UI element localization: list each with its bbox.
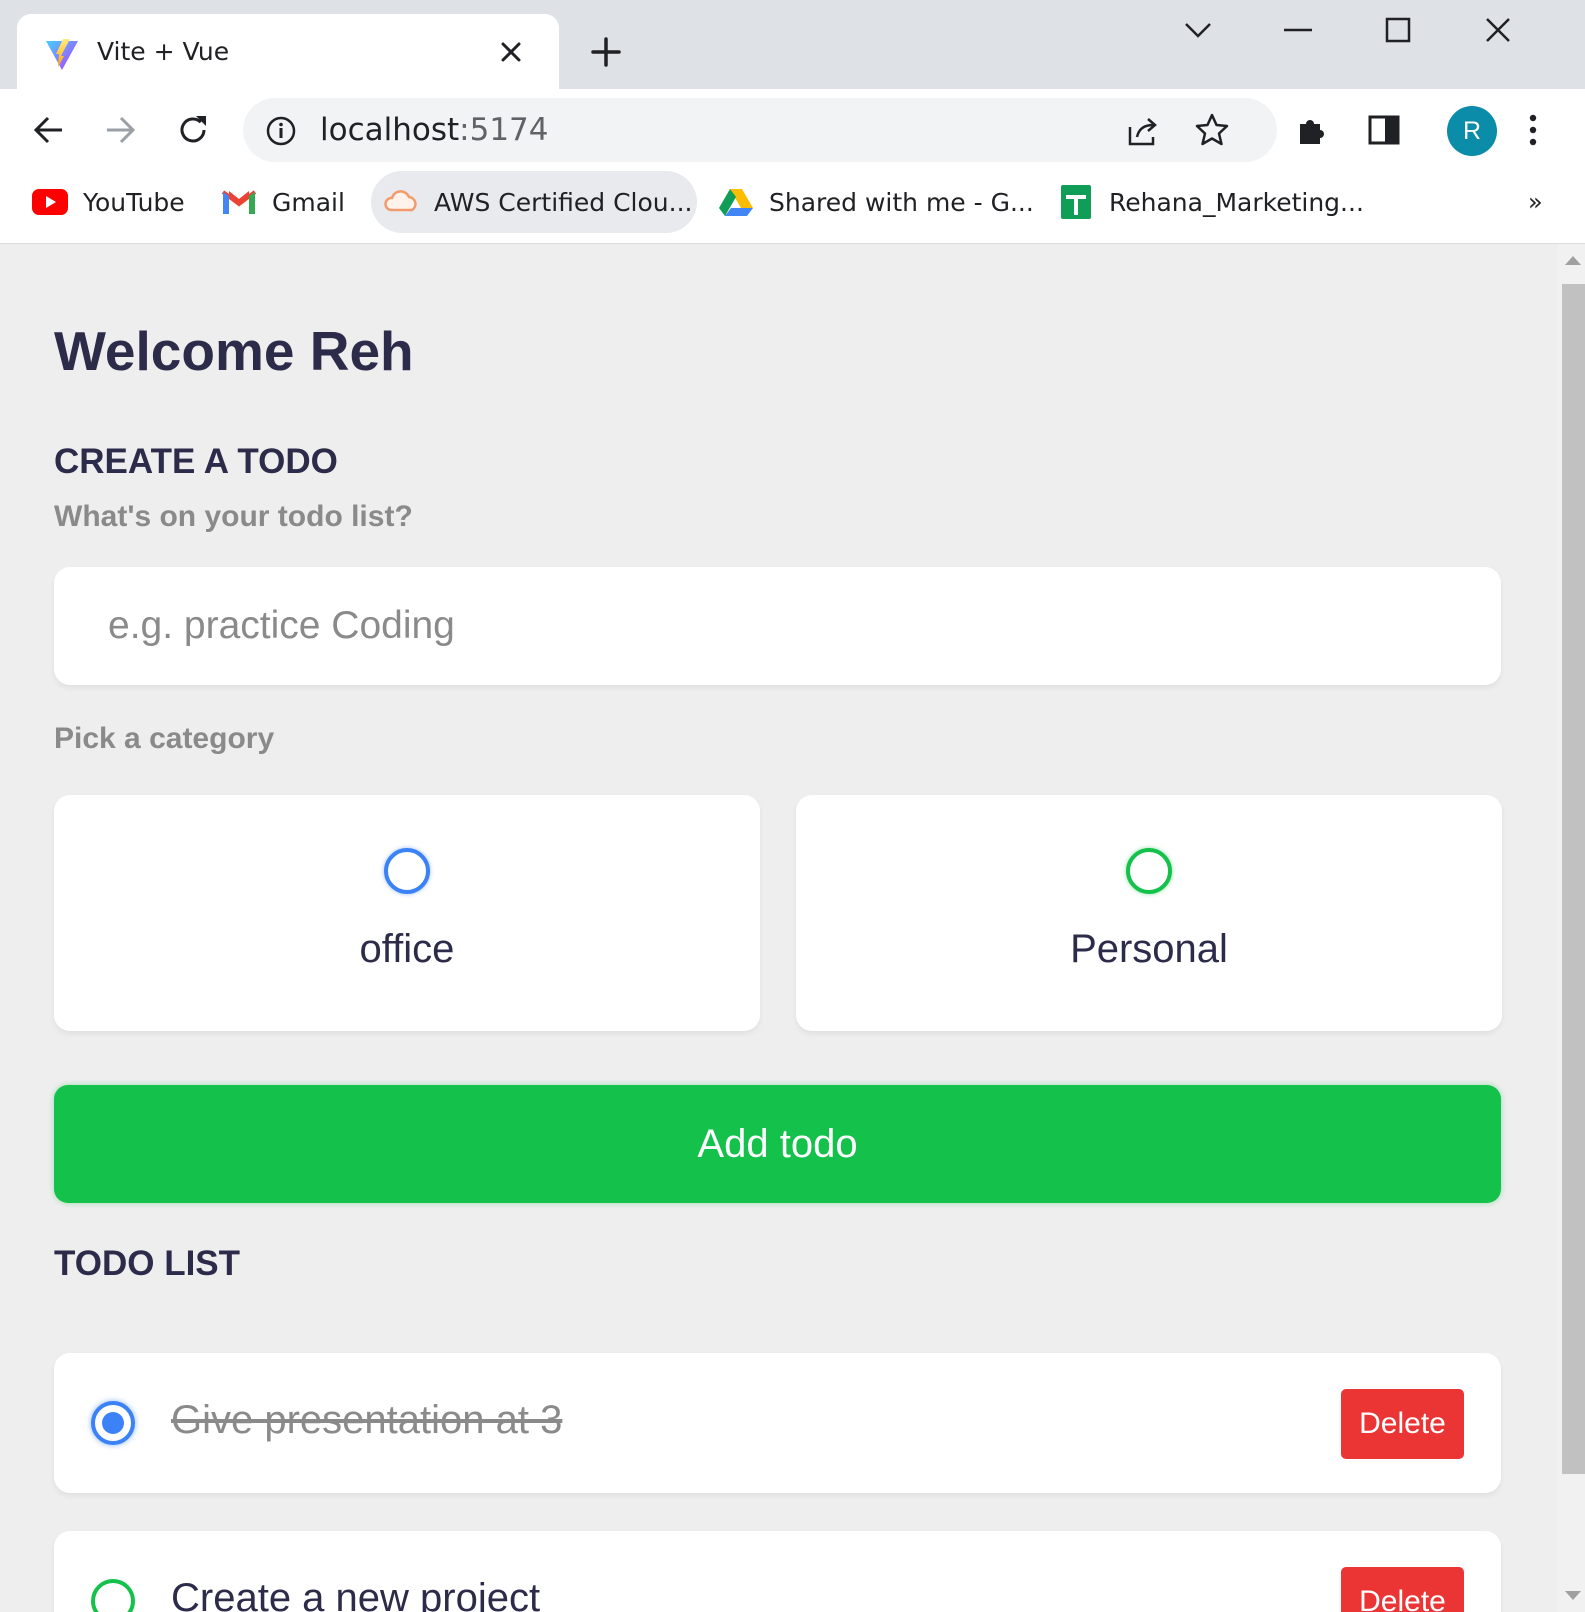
active-tab[interactable]: Vite + Vue (17, 14, 559, 89)
tab-search-icon[interactable] (1168, 8, 1228, 52)
youtube-icon (32, 187, 68, 217)
address-bar[interactable]: localhost:5174 (243, 98, 1277, 162)
scroll-down-icon[interactable] (1564, 1590, 1582, 1602)
todo-text[interactable]: Create a new project (171, 1576, 540, 1612)
close-tab-icon[interactable] (495, 36, 527, 68)
bookmark-label: Rehana_Marketing... (1109, 187, 1364, 217)
share-icon[interactable] (1125, 113, 1161, 149)
bookmark-label: YouTube (83, 187, 185, 217)
scroll-up-icon[interactable] (1564, 254, 1582, 266)
create-todo-heading: CREATE A TODO (54, 442, 338, 481)
todo-input[interactable] (54, 567, 1501, 685)
window-close-icon[interactable] (1468, 8, 1528, 52)
back-icon[interactable] (27, 108, 71, 152)
scroll-thumb[interactable] (1562, 284, 1585, 1474)
todo-text[interactable]: Give presentation at 3 (171, 1398, 562, 1443)
bookmark-label: Shared with me - G... (769, 187, 1034, 217)
minimize-icon[interactable] (1268, 8, 1328, 52)
url-host: localhost (320, 112, 460, 148)
tab-title: Vite + Vue (97, 37, 230, 66)
todo-done-checkbox[interactable] (91, 1579, 135, 1612)
category-card-personal[interactable]: Personal (796, 795, 1502, 1031)
gmail-icon (221, 187, 257, 217)
delete-todo-button[interactable]: Delete (1341, 1567, 1464, 1612)
vite-icon (46, 39, 78, 70)
add-todo-button[interactable]: Add todo (54, 1085, 1501, 1203)
bookmark-gmail[interactable]: Gmail (221, 171, 345, 233)
profile-avatar[interactable]: R (1447, 106, 1497, 156)
new-tab-icon[interactable] (588, 34, 624, 70)
bookmark-label: Gmail (272, 187, 345, 217)
category-label-office: office (359, 927, 455, 971)
menu-kebab-icon[interactable] (1511, 108, 1555, 152)
site-info-icon[interactable] (265, 115, 297, 147)
todo-done-checkbox[interactable] (91, 1401, 135, 1445)
category-radio-personal[interactable] (1126, 848, 1172, 894)
todo-item: Give presentation at 3 Delete (54, 1353, 1501, 1493)
todo-item: Create a new project Delete (54, 1531, 1501, 1612)
url-text[interactable]: localhost:5174 (320, 111, 549, 149)
category-card-office[interactable]: office (54, 795, 760, 1031)
page-greeting: Welcome Reh (54, 320, 414, 382)
page-content: Welcome Reh CREATE A TODO What's on your… (0, 244, 1558, 1612)
todo-list-heading: TODO LIST (54, 1244, 241, 1283)
reload-icon[interactable] (171, 108, 215, 152)
delete-todo-button[interactable]: Delete (1341, 1389, 1464, 1459)
tab-strip: Vite + Vue (0, 0, 1585, 89)
category-label-personal: Personal (1070, 927, 1228, 971)
url-port: :5174 (459, 112, 549, 148)
page-scrollbar[interactable] (1558, 244, 1585, 1612)
bookmarks-overflow-button[interactable]: » (1528, 171, 1543, 233)
extensions-icon[interactable] (1290, 108, 1334, 152)
bookmark-youtube[interactable]: YouTube (32, 171, 185, 233)
bookmark-star-icon[interactable] (1194, 112, 1230, 148)
bookmark-sheets[interactable]: Rehana_Marketing... (1058, 171, 1364, 233)
browser-toolbar: localhost:5174 R (0, 89, 1585, 171)
category-radio-office[interactable] (384, 848, 430, 894)
bookmark-aws[interactable]: AWS Certified Clou... (383, 171, 692, 233)
todo-input-label: What's on your todo list? (54, 500, 413, 533)
category-label: Pick a category (54, 722, 275, 755)
maximize-icon[interactable] (1368, 8, 1428, 52)
bookmark-drive[interactable]: Shared with me - G... (718, 171, 1034, 233)
bookmarks-bar: YouTube Gmail AWS Certified Clou... Shar… (0, 171, 1585, 244)
google-drive-icon (718, 187, 754, 217)
bookmark-label: AWS Certified Clou... (434, 187, 693, 217)
forward-icon[interactable] (98, 108, 142, 152)
cloud-icon (383, 187, 419, 217)
side-panel-icon[interactable] (1362, 108, 1406, 152)
google-sheets-icon (1058, 185, 1094, 219)
